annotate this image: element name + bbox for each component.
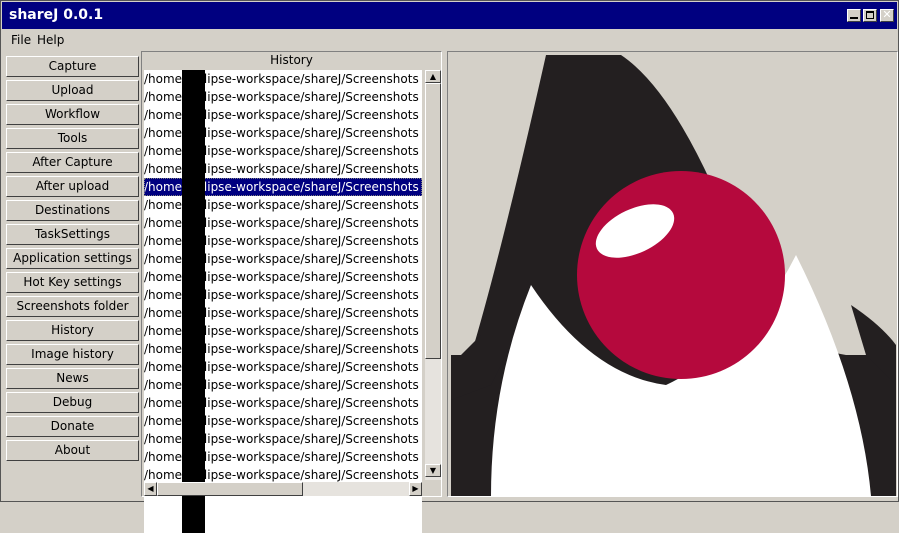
sidebar-item-capture[interactable]: Capture <box>6 56 139 77</box>
redaction-bar <box>182 70 205 533</box>
menu-bar: File Help <box>2 30 897 50</box>
maximize-button[interactable] <box>863 9 877 22</box>
horizontal-scroll-thumb[interactable] <box>157 482 303 496</box>
history-vertical-scrollbar[interactable]: ▲ ▼ <box>425 70 441 480</box>
close-icon: ✕ <box>882 8 892 21</box>
menu-help[interactable]: Help <box>37 33 64 47</box>
history-horizontal-scrollbar[interactable]: ◀ ▶ <box>144 482 422 496</box>
chevron-up-icon: ▲ <box>429 72 437 81</box>
vertical-scroll-thumb[interactable] <box>425 83 441 359</box>
sidebar-item-hot-key-settings[interactable]: Hot Key settings <box>6 272 139 293</box>
sidebar-item-tasksettings[interactable]: TaskSettings <box>6 224 139 245</box>
sidebar-item-about[interactable]: About <box>6 440 139 461</box>
sidebar-item-workflow[interactable]: Workflow <box>6 104 139 125</box>
sidebar-item-image-history[interactable]: Image history <box>6 344 139 365</box>
sidebar-nav: Capture Upload Workflow Tools After Capture A… <box>6 56 140 464</box>
sidebar-item-history[interactable]: History <box>6 320 139 341</box>
title-bar[interactable]: shareJ 0.0.1 ✕ <box>2 2 897 29</box>
scroll-right-button[interactable]: ▶ <box>409 482 422 496</box>
app-window: shareJ 0.0.1 ✕ File Help Capture Upload Wo… <box>0 0 899 533</box>
sidebar-item-screenshots-folder[interactable]: Screenshots folder <box>6 296 139 317</box>
history-panel: History /home/ eclipse-workspace/shareJ/… <box>141 51 442 533</box>
minimize-icon <box>850 11 858 19</box>
scroll-left-button[interactable]: ◀ <box>144 482 157 496</box>
scroll-down-button[interactable]: ▼ <box>425 464 441 477</box>
sidebar-item-debug[interactable]: Debug <box>6 392 139 413</box>
close-button[interactable]: ✕ <box>880 9 894 22</box>
chevron-down-icon: ▼ <box>429 466 437 475</box>
maximize-icon <box>866 11 874 19</box>
window-title: shareJ 0.0.1 <box>9 7 104 23</box>
sidebar-item-tools[interactable]: Tools <box>6 128 139 149</box>
minimize-button[interactable] <box>847 9 861 22</box>
sidebar-item-upload[interactable]: Upload <box>6 80 139 101</box>
sidebar-item-after-upload[interactable]: After upload <box>6 176 139 197</box>
history-list[interactable]: /home/ eclipse-workspace/shareJ/Screensh… <box>144 70 422 533</box>
sidebar-item-news[interactable]: News <box>6 368 139 389</box>
scroll-up-button[interactable]: ▲ <box>425 70 441 83</box>
chevron-left-icon: ◀ <box>147 484 154 493</box>
menu-file[interactable]: File <box>11 33 31 47</box>
chevron-right-icon: ▶ <box>412 484 419 493</box>
duke-nose <box>577 171 785 379</box>
duke-mascot-icon <box>451 55 896 496</box>
sidebar-item-application-settings[interactable]: Application settings <box>6 248 139 269</box>
sidebar-item-donate[interactable]: Donate <box>6 416 139 437</box>
history-title: History <box>270 53 313 67</box>
sidebar-item-after-capture[interactable]: After Capture <box>6 152 139 173</box>
image-preview <box>447 51 898 497</box>
sidebar-item-destinations[interactable]: Destinations <box>6 200 139 221</box>
